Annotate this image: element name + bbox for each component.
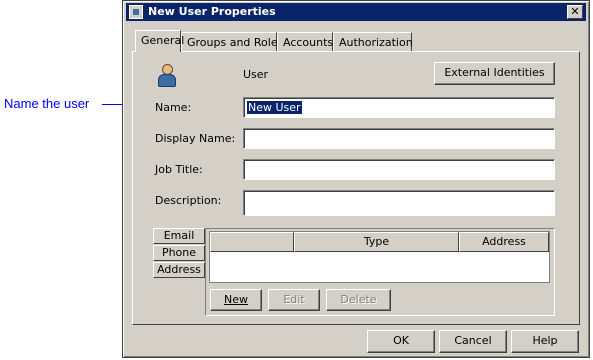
contact-type-tabs: Email Phone Address: [153, 228, 205, 279]
cancel-button[interactable]: Cancel: [439, 330, 507, 353]
close-button[interactable]: ✕: [567, 5, 583, 19]
new-button-label: New: [224, 293, 248, 306]
delete-button[interactable]: Delete: [326, 289, 391, 311]
description-field[interactable]: [243, 190, 555, 216]
tab-authorization[interactable]: Authorization: [333, 32, 413, 51]
column-header-type[interactable]: Type: [294, 232, 459, 252]
job-title-field[interactable]: [243, 159, 555, 180]
name-label: Name:: [155, 101, 192, 114]
contact-tab-address[interactable]: Address: [153, 262, 205, 278]
column-header-address[interactable]: Address: [459, 232, 549, 252]
ok-button[interactable]: OK: [367, 330, 435, 353]
window-title: New User Properties: [148, 5, 276, 18]
edit-button[interactable]: Edit: [268, 289, 320, 311]
contact-list-box: Type Address New Edit Delete: [205, 228, 555, 316]
contact-tab-phone[interactable]: Phone: [153, 245, 205, 261]
external-identities-button[interactable]: External Identities: [434, 62, 555, 85]
tab-general[interactable]: General: [135, 30, 184, 52]
title-bar: New User Properties ✕: [126, 3, 586, 21]
properties-dialog: New User Properties ✕ General Groups and…: [122, 0, 590, 358]
name-field[interactable]: New User: [243, 97, 555, 118]
edit-button-label: Edit: [283, 293, 305, 306]
job-title-label: Job Title:: [155, 163, 203, 176]
display-name-field[interactable]: [243, 128, 555, 149]
callout-text: Name the user: [4, 96, 90, 111]
new-button[interactable]: New: [210, 289, 262, 311]
help-button[interactable]: Help: [511, 330, 579, 353]
tab-accounts[interactable]: Accounts: [277, 32, 333, 51]
name-value: New User: [247, 101, 302, 114]
delete-button-label: Delete: [340, 293, 377, 306]
tab-groups-and-roles[interactable]: Groups and Roles: [181, 32, 283, 51]
column-header-blank[interactable]: [210, 232, 294, 252]
user-icon: [157, 64, 176, 87]
description-label: Description:: [155, 194, 222, 207]
contact-tab-email[interactable]: Email: [153, 228, 205, 244]
user-type-label: User: [243, 68, 269, 81]
contact-table[interactable]: Type Address: [209, 231, 550, 283]
app-icon: [129, 5, 143, 19]
display-name-label: Display Name:: [155, 132, 236, 145]
